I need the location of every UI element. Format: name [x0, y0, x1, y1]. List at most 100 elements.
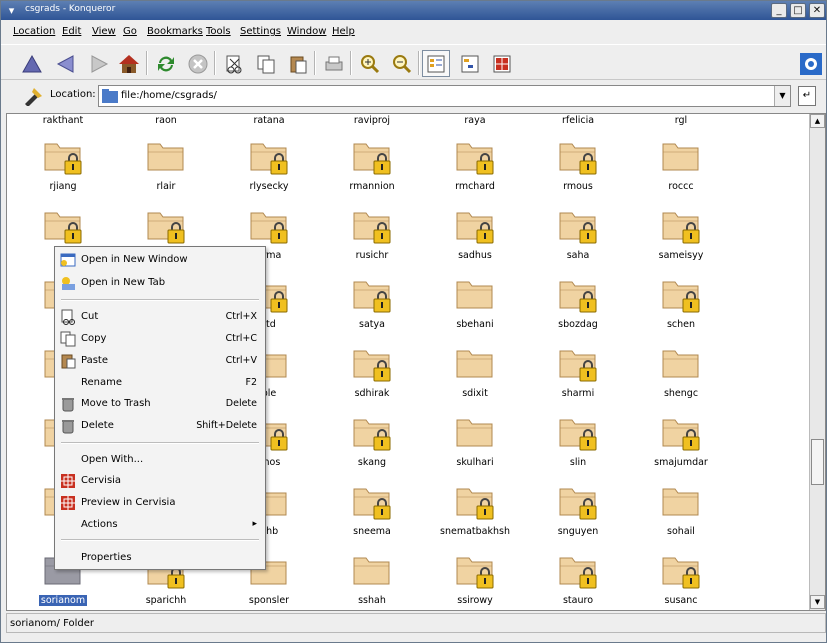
- folder-item[interactable]: skang: [322, 412, 422, 472]
- stop-button[interactable]: [184, 50, 212, 77]
- context-menu-item-properties[interactable]: Properties: [55, 548, 265, 568]
- scrollbar-thumb[interactable]: [811, 439, 824, 485]
- folder-item[interactable]: rakthant: [13, 115, 113, 126]
- folder-item[interactable]: rjiang: [13, 136, 113, 196]
- reload-button[interactable]: [152, 50, 180, 77]
- context-menu-item-actions[interactable]: Actions ▸: [55, 515, 265, 535]
- folder-item[interactable]: ratana: [219, 115, 319, 126]
- menu-go[interactable]: Go: [123, 26, 137, 37]
- context-menu-item-delete[interactable]: Delete Shift+Delete: [55, 416, 265, 436]
- context-menu-item-cervisia[interactable]: Cervisia: [55, 471, 265, 491]
- menu-help[interactable]: Help: [332, 26, 355, 37]
- title-bar[interactable]: ▾ csgrads - Konqueror _ □ ✕: [1, 1, 826, 20]
- menu-view[interactable]: View: [92, 26, 116, 37]
- folder-item[interactable]: rlysecky: [219, 136, 319, 196]
- locked-folder-icon: [249, 136, 289, 176]
- folder-item[interactable]: raviproj: [322, 115, 422, 126]
- zoom-in-button[interactable]: [356, 50, 384, 77]
- print-button[interactable]: [320, 50, 348, 77]
- folder-item[interactable]: rmous: [528, 136, 628, 196]
- tree-view-button[interactable]: [456, 50, 484, 77]
- folder-item[interactable]: shengc: [631, 343, 731, 403]
- minimize-button[interactable]: _: [771, 3, 787, 18]
- context-menu-item-copy[interactable]: Copy Ctrl+C: [55, 329, 265, 349]
- close-button[interactable]: ✕: [809, 3, 825, 18]
- locked-folder-icon: [661, 550, 701, 590]
- folder-item[interactable]: saha: [528, 205, 628, 265]
- folder-name: rusichr: [355, 250, 389, 261]
- folder-item[interactable]: sadhus: [425, 205, 525, 265]
- folder-item[interactable]: rfelicia: [528, 115, 628, 126]
- locked-folder-icon: [455, 481, 495, 521]
- folder-item[interactable]: sshah: [322, 550, 422, 610]
- folder-item[interactable]: sbozdag: [528, 274, 628, 334]
- clear-location-icon[interactable]: [23, 86, 43, 106]
- context-menu-item-open-in-new-window[interactable]: Open in New Window: [55, 250, 265, 270]
- folder-name: saha: [566, 250, 590, 261]
- folder-item[interactable]: schen: [631, 274, 731, 334]
- window-menu-icon[interactable]: ▾: [4, 3, 19, 18]
- cut-button[interactable]: [220, 50, 248, 77]
- folder-item[interactable]: sneema: [322, 481, 422, 541]
- folder-item[interactable]: sameisyy: [631, 205, 731, 265]
- context-menu-item-rename[interactable]: Rename F2: [55, 373, 265, 393]
- folder-item[interactable]: snguyen: [528, 481, 628, 541]
- home-button[interactable]: [115, 50, 143, 77]
- folder-item[interactable]: susanc: [631, 550, 731, 610]
- copy-icon: [60, 331, 76, 347]
- go-button[interactable]: ↵: [798, 86, 816, 106]
- konqueror-gear-button[interactable]: [797, 50, 825, 77]
- scroll-up-button[interactable]: ▲: [810, 114, 825, 128]
- menu-location[interactable]: Location: [13, 26, 55, 37]
- folder-item[interactable]: stauro: [528, 550, 628, 610]
- vertical-scrollbar[interactable]: ▲ ▼: [809, 114, 825, 610]
- zoom-out-button[interactable]: [388, 50, 416, 77]
- forward-button[interactable]: [85, 50, 113, 77]
- folder-item[interactable]: smajumdar: [631, 412, 731, 472]
- folder-item[interactable]: rmannion: [322, 136, 422, 196]
- trash-icon: [60, 396, 76, 412]
- copy-button[interactable]: [252, 50, 280, 77]
- location-dropdown-button[interactable]: ▼: [774, 86, 790, 106]
- folder-item[interactable]: rusichr: [322, 205, 422, 265]
- location-input[interactable]: file:/home/csgrads/ ▼: [98, 85, 791, 107]
- back-button[interactable]: [52, 50, 80, 77]
- cervisia-icon: [60, 495, 76, 511]
- folder-item[interactable]: rlair: [116, 136, 216, 196]
- split-view-button[interactable]: [488, 50, 516, 77]
- scroll-down-button[interactable]: ▼: [810, 595, 825, 609]
- context-menu-item-preview-in-cervisia[interactable]: Preview in Cervisia: [55, 493, 265, 513]
- folder-item[interactable]: snematbakhsh: [425, 481, 525, 541]
- folder-item[interactable]: satya: [322, 274, 422, 334]
- paste-button[interactable]: [284, 50, 312, 77]
- context-menu-item-move-to-trash[interactable]: Move to Trash Delete: [55, 394, 265, 414]
- up-button[interactable]: [18, 50, 46, 77]
- folder-item[interactable]: raon: [116, 115, 216, 126]
- menu-edit[interactable]: Edit: [62, 26, 81, 37]
- folder-item[interactable]: slin: [528, 412, 628, 472]
- folder-item[interactable]: sharmi: [528, 343, 628, 403]
- menu-bookmarks[interactable]: Bookmarks: [147, 26, 203, 37]
- maximize-button[interactable]: □: [790, 3, 806, 18]
- context-menu-item-cut[interactable]: Cut Ctrl+X: [55, 307, 265, 327]
- folder-item[interactable]: raya: [425, 115, 525, 126]
- forward-arrow-icon: [91, 54, 109, 73]
- folder-item[interactable]: sdhirak: [322, 343, 422, 403]
- folder-item[interactable]: sdixit: [425, 343, 525, 403]
- folder-icon: [661, 481, 701, 521]
- menu-tools[interactable]: Tools: [206, 26, 231, 37]
- context-menu-item-open-in-new-tab[interactable]: Open in New Tab: [55, 273, 265, 293]
- context-menu-item-open-with[interactable]: Open With...: [55, 450, 265, 470]
- menu-window[interactable]: Window: [287, 26, 326, 37]
- folder-item[interactable]: rgl: [631, 115, 731, 126]
- folder-item[interactable]: roccc: [631, 136, 731, 196]
- folder-item[interactable]: skulhari: [425, 412, 525, 472]
- folder-item[interactable]: sbehani: [425, 274, 525, 334]
- folder-item[interactable]: rmchard: [425, 136, 525, 196]
- context-menu-item-paste[interactable]: Paste Ctrl+V: [55, 351, 265, 371]
- main-toolbar: [1, 44, 826, 80]
- folder-item[interactable]: ssirowy: [425, 550, 525, 610]
- icon-view-button[interactable]: [422, 50, 450, 77]
- folder-item[interactable]: sohail: [631, 481, 731, 541]
- menu-settings[interactable]: Settings: [240, 26, 281, 37]
